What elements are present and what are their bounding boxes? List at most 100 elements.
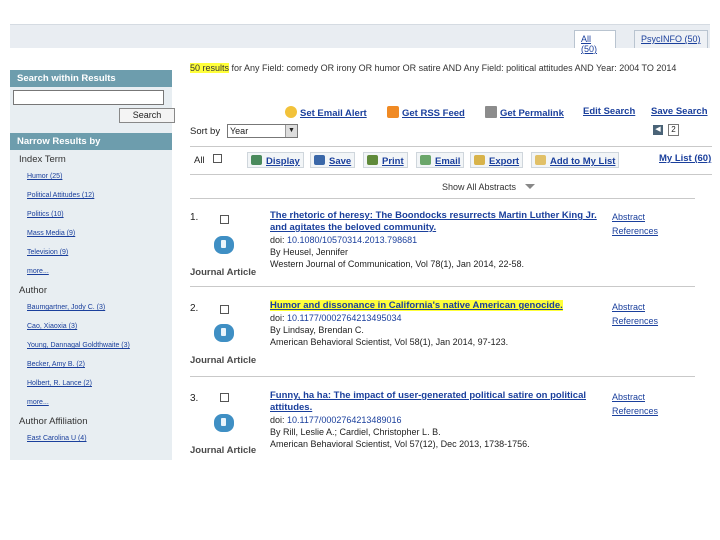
result-title-link[interactable]: Funny, ha ha: The impact of user-generat… [270,390,610,414]
result-title-link[interactable]: Humor and dissonance in California's nat… [270,300,610,312]
references-link[interactable]: References [612,224,658,238]
divider [190,376,695,377]
result-author: By Rill, Leslie A.; Cardiel, Christopher… [270,427,441,437]
narrow-results-header: Narrow Results by [10,133,172,150]
facet-item[interactable]: Humor (25) [10,167,172,186]
display-button[interactable]: Display [247,152,304,168]
result-title-text: Humor and dissonance in California's nat… [270,300,563,311]
doi-link[interactable]: 10.1177/0002764213495034 [287,313,401,323]
add-to-my-list-label: Add to My List [550,156,616,167]
results-summary: 50 results for Any Field: comedy OR iron… [190,62,712,74]
save-label: Save [329,156,352,167]
result-checkbox[interactable] [220,393,229,402]
result-number: 1. [190,212,199,223]
get-permalink-link[interactable]: Get Permalink [485,106,564,119]
save-button[interactable]: Save [310,152,356,168]
tab-all[interactable]: All (50) [574,30,616,54]
select-all-label: All [194,155,205,166]
edit-search-link[interactable]: Edit Search [583,106,635,117]
facet-item[interactable]: Mass Media (9) [10,224,172,243]
export-label: Export [489,156,520,167]
result-source: American Behavioral Scientist, Vol 57(12… [270,439,530,449]
get-rss-feed-link[interactable]: Get RSS Feed [387,106,465,119]
facet-item[interactable]: Holbert, R. Lance (2) [10,374,172,393]
result-checkbox[interactable] [220,215,229,224]
show-all-abstracts[interactable]: Show All Abstracts [442,182,536,192]
facet-item[interactable]: East Carolina U (4) [10,429,172,448]
email-button[interactable]: Email [416,152,465,168]
references-link[interactable]: References [612,404,658,418]
facet-item[interactable]: Becker, Amy B. (2) [10,355,172,374]
facet-item[interactable]: Political Attitudes (12) [10,186,172,205]
result-title-link[interactable]: The rhetoric of heresy: The Boondocks re… [270,210,610,234]
facet-item[interactable]: Young, Dannagal Goldthwaite (3) [10,336,172,355]
export-icon [474,155,485,165]
set-email-alert-label: Set Email Alert [300,108,367,119]
sort-selected-value: Year [230,126,249,136]
alarm-clock-icon [285,106,297,118]
facet-title-author: Author [19,285,47,296]
result-number: 3. [190,393,199,404]
facet-item[interactable]: Cao, Xiaoxia (3) [10,317,172,336]
show-all-abstracts-label: Show All Abstracts [442,182,517,192]
rss-icon [387,106,399,118]
publication-type: Journal Article [190,445,257,456]
journal-article-icon [214,236,234,254]
search-button[interactable]: Search [119,108,175,123]
references-link[interactable]: References [612,314,658,328]
sidebar: Search within Results Search Narrow Resu… [10,70,175,460]
facet-item[interactable]: Baumgartner, Jody C. (3) [10,298,172,317]
publication-type: Journal Article [190,355,257,366]
chevron-down-icon [525,184,536,189]
get-permalink-label: Get Permalink [500,108,564,119]
anchor-icon [485,106,497,118]
folder-icon [535,155,546,165]
abstract-link[interactable]: Abstract [612,210,658,224]
results-toolbar: All Display Save Print Email Export Add … [190,150,712,170]
previous-page-icon[interactable]: ◀ [653,125,663,135]
publication-type: Journal Article [190,267,257,278]
select-all-checkbox[interactable] [213,154,222,163]
facet-title-index-term: Index Term [19,154,66,165]
add-to-my-list-button[interactable]: Add to My List [531,152,620,168]
result-author: By Heusel, Jennifer [270,247,349,257]
envelope-icon [420,155,431,165]
results-count: 50 results [190,63,230,73]
sort-by-label: Sort by [190,126,221,137]
sort-row: Sort by Year ▼ ◀ 2 [190,124,712,140]
journal-article-icon [214,324,234,342]
tab-psycinfo[interactable]: PsycINFO (50) [634,30,708,48]
floppy-disk-icon [314,155,325,165]
divider [190,174,712,175]
print-button[interactable]: Print [363,152,408,168]
search-within-input[interactable] [13,90,164,105]
abstract-link[interactable]: Abstract [612,390,658,404]
abstract-link[interactable]: Abstract [612,300,658,314]
facet-more-link[interactable]: more... [10,262,172,281]
page-number-input[interactable]: 2 [668,124,679,136]
doi-link[interactable]: 10.1177/0002764213489016 [287,415,401,425]
export-button[interactable]: Export [470,152,524,168]
result-doi: doi: 10.1177/0002764213495034 [270,312,610,324]
result-source: American Behavioral Scientist, Vol 58(1)… [270,337,509,347]
facet-more-link[interactable]: more... [10,393,172,412]
print-label: Print [382,156,404,167]
email-label: Email [435,156,461,167]
facet-title-author-affiliation: Author Affiliation [19,416,88,427]
facet-item[interactable]: Television (9) [10,243,172,262]
journal-article-icon [214,414,234,432]
result-item: 1. Journal Article The rhetoric of heres… [190,208,715,282]
sort-select[interactable]: Year ▼ [227,124,298,138]
result-checkbox[interactable] [220,305,229,314]
search-query-text: for Any Field: comedy OR irony OR humor … [229,63,677,73]
doi-label: doi: [270,235,288,245]
save-search-link[interactable]: Save Search [651,106,708,117]
set-email-alert-link[interactable]: Set Email Alert [285,106,367,119]
get-rss-feed-label: Get RSS Feed [402,108,465,119]
divider [190,198,695,199]
facet-item[interactable]: Politics (10) [10,205,172,224]
doi-link[interactable]: 10.1080/10570314.2013.798681 [287,235,417,245]
display-label: Display [266,156,300,167]
divider [190,146,712,147]
my-list-link[interactable]: My List (60) [659,153,711,164]
